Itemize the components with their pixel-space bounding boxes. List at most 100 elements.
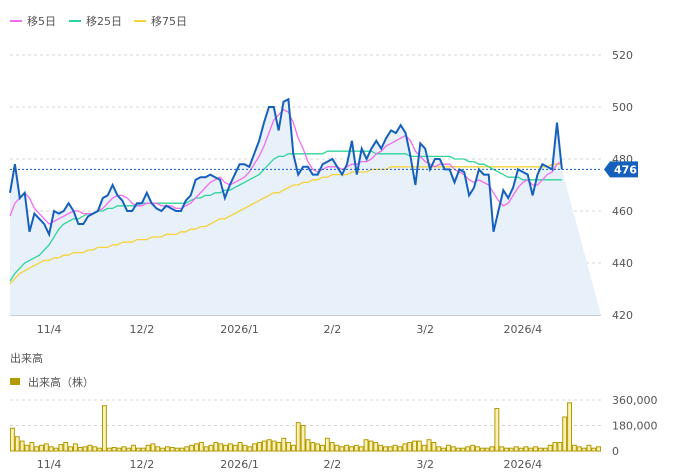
volume-bar bbox=[39, 444, 44, 452]
volume-bar bbox=[426, 439, 432, 452]
volume-bar bbox=[10, 427, 15, 452]
volume-bar bbox=[470, 444, 476, 452]
volume-bar bbox=[194, 443, 200, 452]
volume-bar bbox=[387, 446, 393, 452]
volume-bar bbox=[97, 447, 103, 452]
volume-bar bbox=[102, 405, 107, 452]
volume-bar bbox=[533, 446, 539, 452]
volume-bar bbox=[431, 442, 437, 452]
price-y-tick-label: 500 bbox=[612, 101, 633, 114]
stock-chart-canvas: 移5日 移25日 移75日 420440460480500520 11/4 12/… bbox=[9, 15, 658, 471]
legend-item-ma5[interactable]: 移5日 bbox=[10, 15, 56, 28]
volume-bar bbox=[82, 446, 88, 452]
volume-bar bbox=[542, 447, 548, 452]
price-legend[interactable]: 移5日 移25日 移75日 bbox=[10, 15, 187, 28]
volume-bar bbox=[203, 446, 209, 452]
volume-bar bbox=[198, 442, 204, 452]
volume-bar bbox=[538, 447, 543, 452]
volume-bar bbox=[441, 447, 447, 452]
volume-panel: 0 180,000 360,000 11/4 12/2 2026/1 2/2 3/2 2026… bbox=[10, 394, 658, 471]
volume-legend-label: 出来高（株） bbox=[28, 375, 94, 389]
volume-x-tick-label: 2026/4 bbox=[503, 458, 542, 471]
price-y-tick-label: 420 bbox=[612, 309, 633, 322]
volume-bar bbox=[291, 444, 296, 452]
volume-bar bbox=[276, 442, 282, 452]
volume-bar bbox=[77, 447, 83, 452]
volume-bar bbox=[479, 447, 485, 452]
volume-bar bbox=[465, 446, 471, 452]
volume-bar bbox=[53, 447, 59, 452]
legend-item-ma75[interactable]: 移75日 bbox=[134, 15, 187, 28]
volume-bar bbox=[349, 446, 355, 452]
volume-bar bbox=[508, 447, 514, 452]
volume-bar bbox=[160, 447, 166, 452]
volume-x-tick-label: 3/2 bbox=[416, 458, 434, 471]
volume-legend-swatch bbox=[10, 378, 20, 385]
volume-bar bbox=[24, 444, 30, 452]
volume-bar bbox=[562, 416, 568, 452]
volume-bar bbox=[353, 444, 359, 452]
volume-bar bbox=[43, 443, 49, 452]
volume-bar bbox=[232, 444, 238, 452]
volume-bar bbox=[339, 446, 345, 452]
volume-bar bbox=[247, 446, 253, 452]
current-price-badge-label: 476 bbox=[614, 163, 637, 176]
volume-bar bbox=[324, 437, 330, 452]
volume-bar bbox=[378, 444, 384, 452]
volume-legend[interactable]: 出来高（株） bbox=[10, 375, 94, 389]
volume-x-tick-label: 12/2 bbox=[130, 458, 155, 471]
volume-bar bbox=[135, 447, 141, 452]
price-x-axis: 11/4 12/2 2026/1 2/2 3/2 2026/4 bbox=[37, 323, 542, 336]
volume-bar bbox=[257, 442, 262, 452]
volume-bar bbox=[547, 444, 553, 452]
volume-bar bbox=[581, 447, 587, 452]
price-x-tick-label: 11/4 bbox=[37, 323, 62, 336]
legend-item-ma25[interactable]: 移25日 bbox=[69, 15, 122, 28]
volume-bar bbox=[484, 447, 490, 452]
volume-x-tick-label: 2/2 bbox=[324, 458, 342, 471]
volume-x-tick-label: 11/4 bbox=[37, 458, 62, 471]
volume-bar bbox=[363, 439, 369, 452]
volume-bar bbox=[552, 442, 558, 452]
volume-bar bbox=[421, 444, 427, 452]
volume-bar bbox=[242, 444, 248, 452]
volume-bar bbox=[140, 447, 146, 452]
volume-bar bbox=[504, 447, 510, 452]
price-x-tick-label: 12/2 bbox=[130, 323, 155, 336]
volume-bar bbox=[63, 442, 69, 452]
volume-bar bbox=[576, 446, 582, 452]
volume-bar bbox=[571, 444, 577, 452]
current-price-badge: 476 bbox=[604, 161, 638, 178]
volume-bar bbox=[73, 443, 78, 452]
volume-bar bbox=[58, 444, 64, 452]
price-x-tick-label: 2026/4 bbox=[503, 323, 542, 336]
volume-bar bbox=[131, 444, 137, 452]
volume-bar bbox=[300, 425, 306, 452]
volume-bar bbox=[271, 440, 277, 452]
volume-bar bbox=[165, 446, 170, 452]
volume-bar bbox=[150, 443, 156, 452]
price-x-tick-label: 3/2 bbox=[416, 323, 434, 336]
volume-bar bbox=[48, 446, 54, 452]
volume-bar bbox=[218, 443, 224, 452]
volume-bar bbox=[567, 402, 572, 452]
volume-bar bbox=[460, 447, 466, 452]
ma5-legend-label: 移5日 bbox=[27, 15, 56, 28]
volume-bars bbox=[10, 402, 601, 452]
volume-bar bbox=[155, 446, 161, 452]
volume-bar bbox=[281, 437, 287, 452]
price-y-axis: 420440460480500520 bbox=[612, 49, 633, 322]
volume-bar bbox=[450, 446, 456, 452]
volume-bar bbox=[310, 442, 316, 452]
volume-x-axis: 11/4 12/2 2026/1 2/2 3/2 2026/4 bbox=[37, 458, 542, 471]
volume-bar bbox=[455, 447, 461, 452]
volume-bar bbox=[261, 440, 267, 452]
volume-bar bbox=[29, 442, 35, 452]
volume-x-tick-label: 2026/1 bbox=[220, 458, 259, 471]
volume-bar bbox=[305, 439, 311, 452]
volume-bar bbox=[213, 442, 219, 452]
volume-bar bbox=[586, 444, 592, 452]
volume-bar bbox=[174, 447, 180, 452]
volume-bar bbox=[528, 447, 534, 452]
volume-bar bbox=[145, 444, 151, 452]
